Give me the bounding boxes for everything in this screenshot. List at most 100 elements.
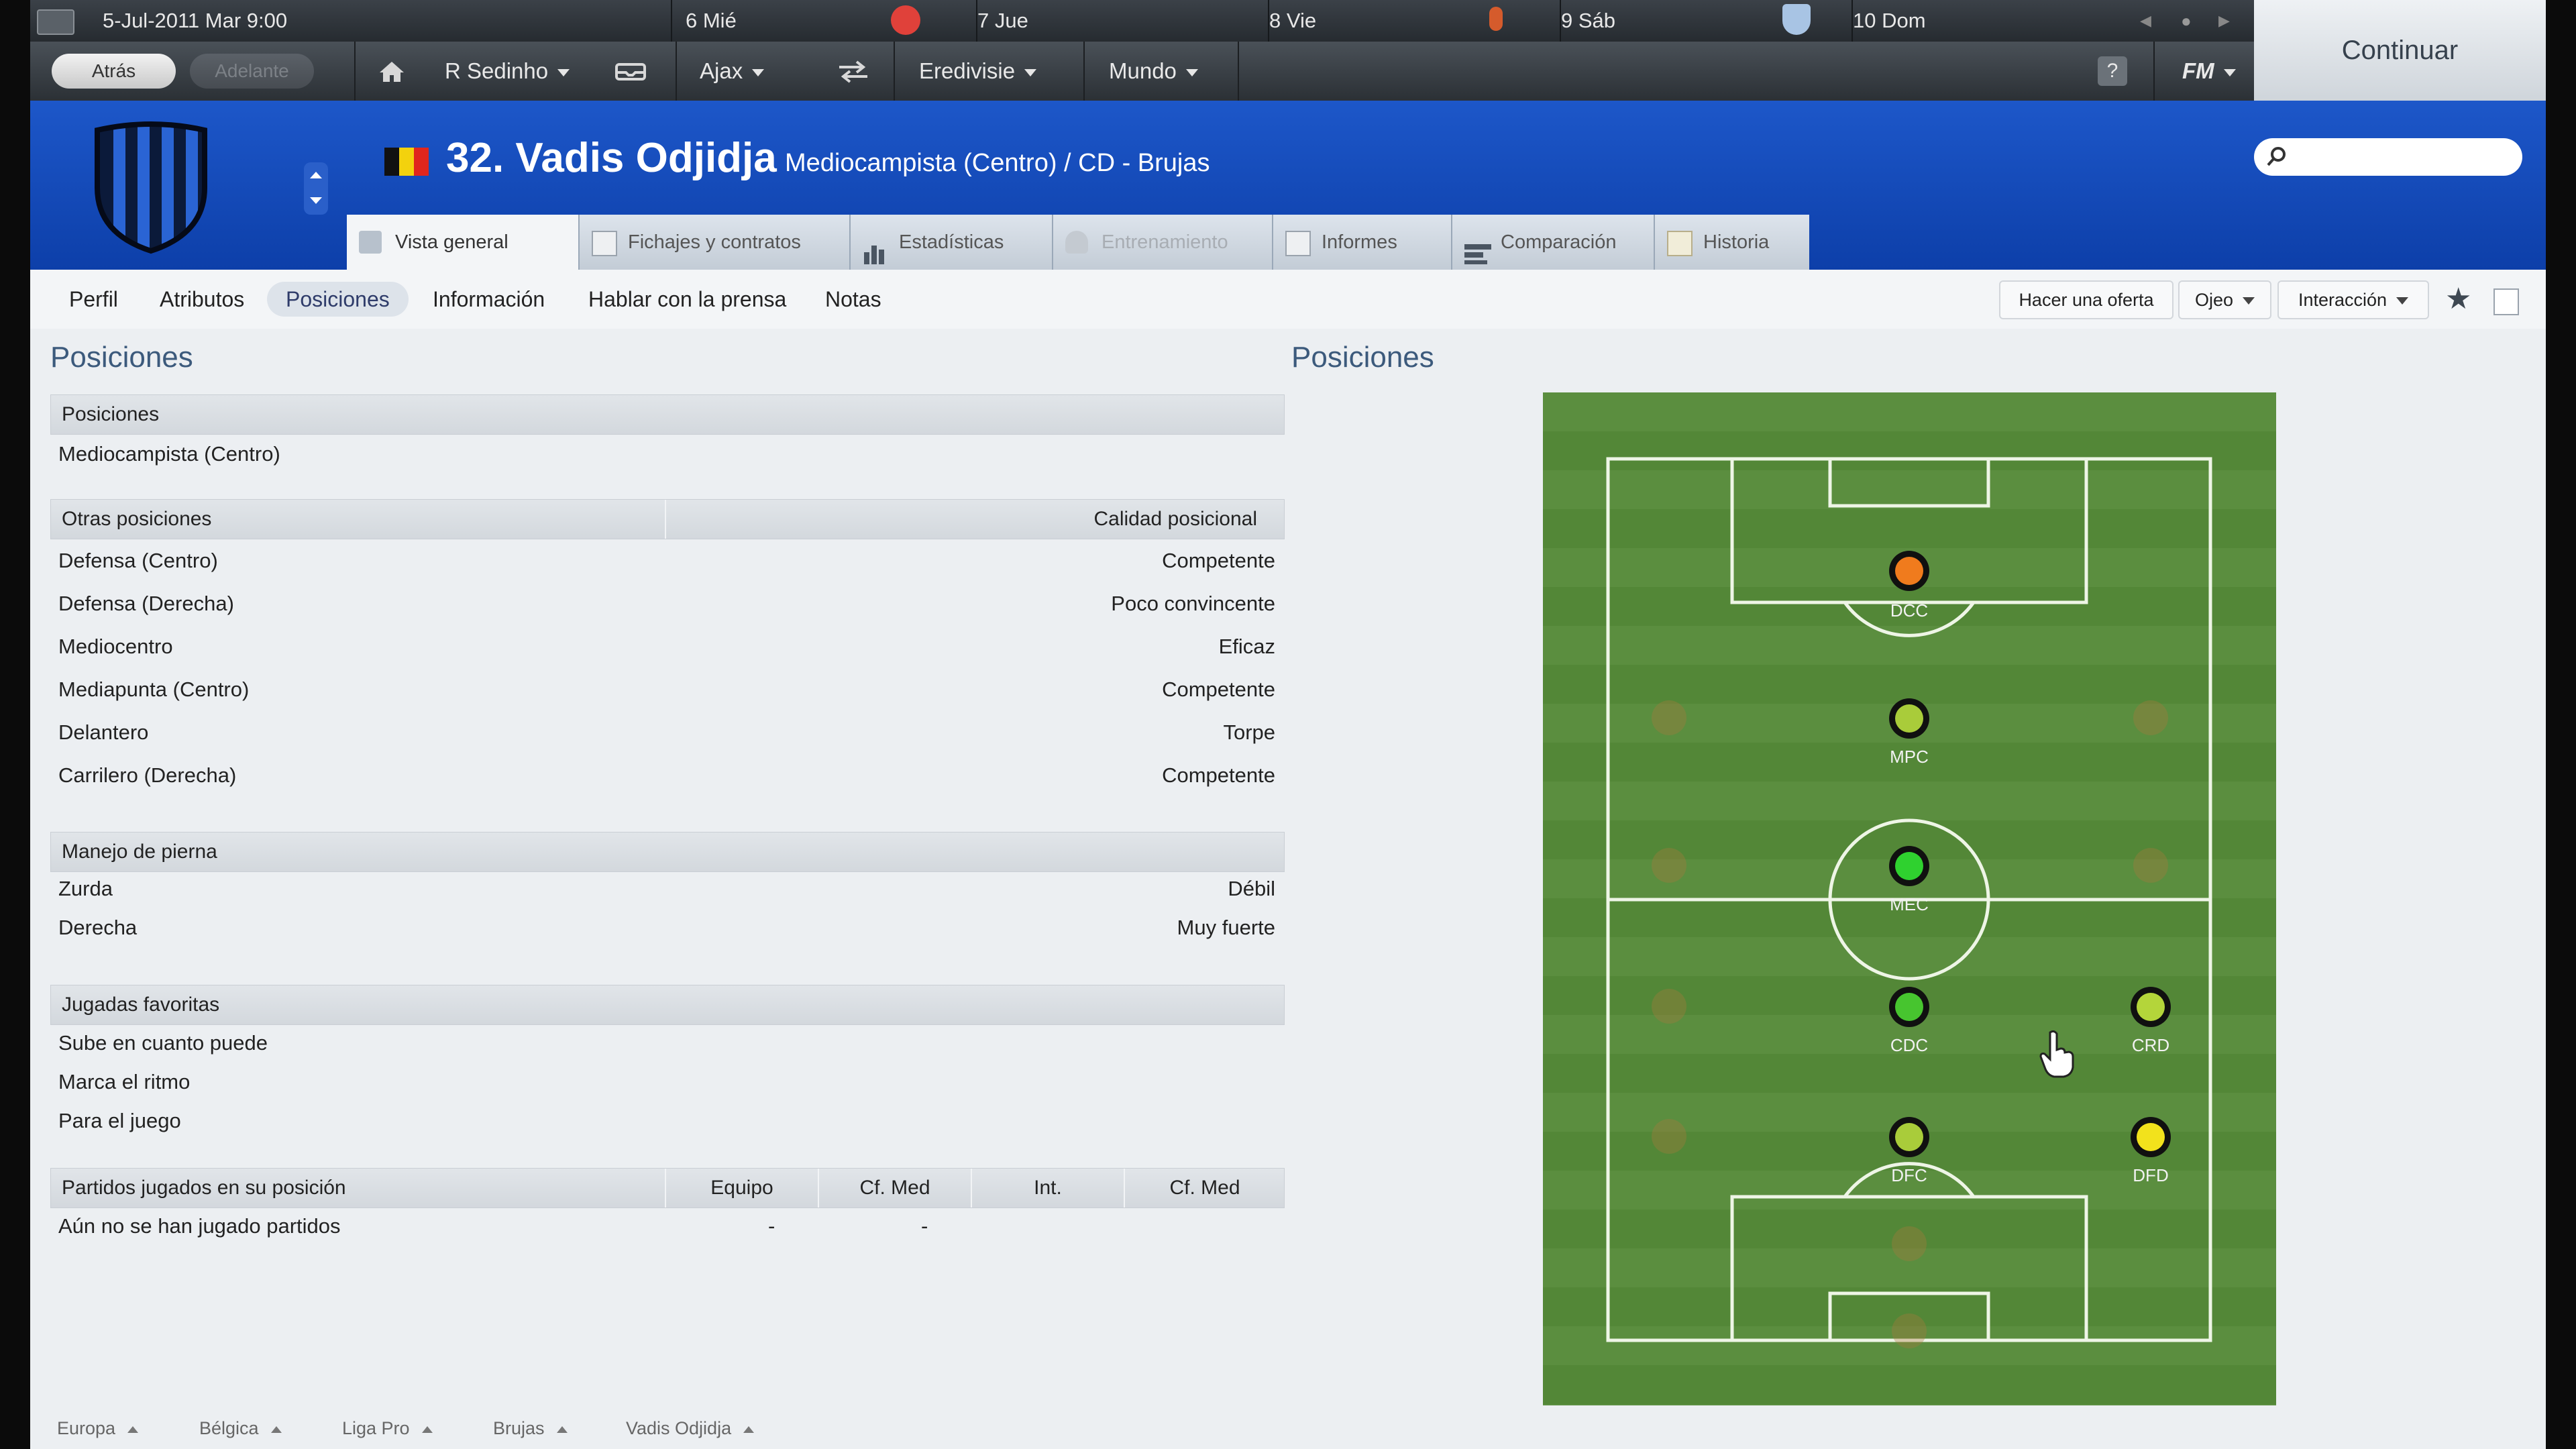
tab-estadisticas[interactable]: Estadísticas [851, 215, 1053, 270]
chevron-up-icon [270, 1426, 282, 1433]
position-dot-dcc[interactable] [1889, 551, 1929, 591]
club-crest-event-icon [1782, 4, 1811, 35]
pitch-section-title: Posiciones [1291, 341, 1434, 374]
col-cf-med-2[interactable]: Cf. Med [1124, 1169, 1285, 1208]
position-dot-dfd[interactable] [2131, 1117, 2171, 1157]
continue-button[interactable]: Continuar [2254, 0, 2546, 101]
position-label: DFC [1891, 1165, 1927, 1185]
current-date: 5-Jul-2011 Mar 9:00 [103, 9, 288, 32]
positions-header: Posiciones [50, 394, 1285, 435]
next-player-icon[interactable] [310, 197, 322, 204]
tab-label: Vista general [395, 231, 508, 253]
breadcrumb-item[interactable]: Europa [57, 1407, 139, 1449]
match-value: - [921, 1214, 928, 1238]
player-switcher[interactable] [304, 162, 328, 215]
subnav-perfil[interactable]: Perfil [69, 270, 118, 329]
calendar-icon[interactable] [37, 9, 74, 35]
search-input[interactable] [2254, 138, 2522, 176]
tab-vista-general[interactable]: Vista general [347, 215, 580, 270]
move-name: Para el juego [58, 1109, 181, 1132]
position-name: Defensa (Centro) [58, 549, 218, 572]
breadcrumb-label: Vadis Odjidja [626, 1418, 732, 1438]
position-dot-mec[interactable] [1889, 846, 1929, 886]
position-dot-dfc[interactable] [1889, 1117, 1929, 1157]
tab-label: Fichajes y contratos [628, 231, 801, 253]
day-9[interactable]: 9 Sáb [1561, 0, 1615, 42]
position-dot-mpc[interactable] [1889, 698, 1929, 739]
add-note-icon[interactable] [2493, 288, 2519, 315]
breadcrumb-item[interactable]: Liga Pro [342, 1407, 433, 1449]
position-name: Mediapunta (Centro) [58, 678, 250, 701]
star-icon[interactable]: ★ [2445, 284, 2471, 314]
position-dot-cdc[interactable] [1889, 987, 1929, 1027]
world-menu[interactable]: Mundo [1109, 42, 1198, 101]
position-label: CDC [1890, 1035, 1929, 1055]
league-label: Eredivisie [919, 58, 1016, 83]
col-int[interactable]: Int. [971, 1169, 1124, 1208]
inbox-icon[interactable] [612, 42, 649, 101]
chevron-up-icon [127, 1426, 139, 1433]
day-6[interactable]: 6 Mié [686, 0, 737, 42]
other-position-row: Delantero Torpe [50, 712, 1283, 755]
tab-label: Historia [1703, 231, 1770, 253]
col-equipo[interactable]: Equipo [665, 1169, 818, 1208]
breadcrumb-item[interactable]: Brujas [493, 1407, 568, 1449]
breadcrumb-item[interactable]: Bélgica [199, 1407, 282, 1449]
footedness-header: Manejo de pierna [50, 832, 1285, 872]
subnav-informacion[interactable]: Información [433, 270, 545, 329]
position-dot-crd[interactable] [2131, 987, 2171, 1027]
foot-value: Débil [1228, 877, 1275, 900]
position-label: MEC [1890, 894, 1929, 914]
quality-header-label[interactable]: Calidad posicional [1094, 500, 1258, 539]
calendar-today-icon[interactable]: ● [2181, 0, 2192, 42]
interaction-menu[interactable]: Interacción [2277, 280, 2429, 319]
position-label: MPC [1890, 747, 1929, 767]
subnav-hablar-prensa[interactable]: Hablar con la prensa [588, 270, 786, 329]
other-position-row: Carrilero (Derecha) Competente [50, 755, 1283, 798]
position-quality: Competente [1162, 549, 1275, 572]
calendar-prev-icon[interactable]: ◀ [2140, 0, 2151, 42]
previous-player-icon[interactable] [310, 172, 322, 178]
breadcrumb-label: Bélgica [199, 1418, 259, 1438]
forward-button[interactable]: Adelante [190, 54, 314, 89]
calendar-next-icon[interactable]: ▶ [2218, 0, 2230, 42]
tab-fichajes-contratos[interactable]: Fichajes y contratos [580, 215, 851, 270]
history-icon [1667, 231, 1693, 256]
tab-entrenamiento[interactable]: Entrenamiento [1053, 215, 1273, 270]
manager-menu[interactable]: R Sedinho [445, 42, 570, 101]
positions-header-label: Posiciones [62, 403, 160, 425]
scout-menu[interactable]: Ojeo [2178, 280, 2271, 319]
tab-comparacion[interactable]: Comparación [1452, 215, 1655, 270]
back-button[interactable]: Atrás [52, 54, 176, 89]
fm-menu[interactable]: FM [2182, 42, 2236, 101]
favourite-moves-header: Jugadas favoritas [50, 985, 1285, 1025]
player-subtitle[interactable]: Mediocampista (Centro) / CD - Brujas [785, 149, 1210, 178]
unavailable-position-dot [1652, 700, 1686, 735]
matches-header-label: Partidos jugados en su posición [62, 1177, 346, 1199]
club-menu[interactable]: Ajax [700, 42, 765, 101]
subnav-atributos[interactable]: Atributos [160, 270, 244, 329]
matches-header: Partidos jugados en su posición Equipo C… [50, 1168, 1285, 1208]
day-8[interactable]: 8 Vie [1269, 0, 1316, 42]
swap-icon[interactable] [835, 42, 871, 101]
make-offer-button[interactable]: Hacer una oferta [1999, 280, 2174, 319]
col-cf-med[interactable]: Cf. Med [818, 1169, 971, 1208]
subnav-posiciones[interactable]: Posiciones [267, 282, 409, 317]
foot-row: Zurda Débil [50, 869, 1283, 908]
favourite-move-row: Para el juego [50, 1102, 1283, 1140]
favourite-move-row: Sube en cuanto puede [50, 1024, 1283, 1063]
tab-historia[interactable]: Historia [1655, 215, 1809, 270]
position-label: CRD [2131, 1035, 2170, 1055]
breadcrumb-item[interactable]: Vadis Odjidja [626, 1407, 755, 1449]
unavailable-position-dot [1652, 848, 1686, 883]
club-crest [91, 121, 211, 258]
help-button[interactable]: ? [2098, 56, 2127, 86]
home-icon[interactable] [376, 42, 408, 101]
tab-informes[interactable]: Informes [1273, 215, 1452, 270]
day-10[interactable]: 10 Dom [1853, 0, 1926, 42]
subnav-notas[interactable]: Notas [825, 270, 881, 329]
other-positions-header: Otras posiciones Calidad posicional [50, 499, 1285, 539]
league-menu[interactable]: Eredivisie [919, 42, 1037, 101]
position-label: DFD [2133, 1165, 2169, 1185]
day-7[interactable]: 7 Jue [977, 0, 1028, 42]
